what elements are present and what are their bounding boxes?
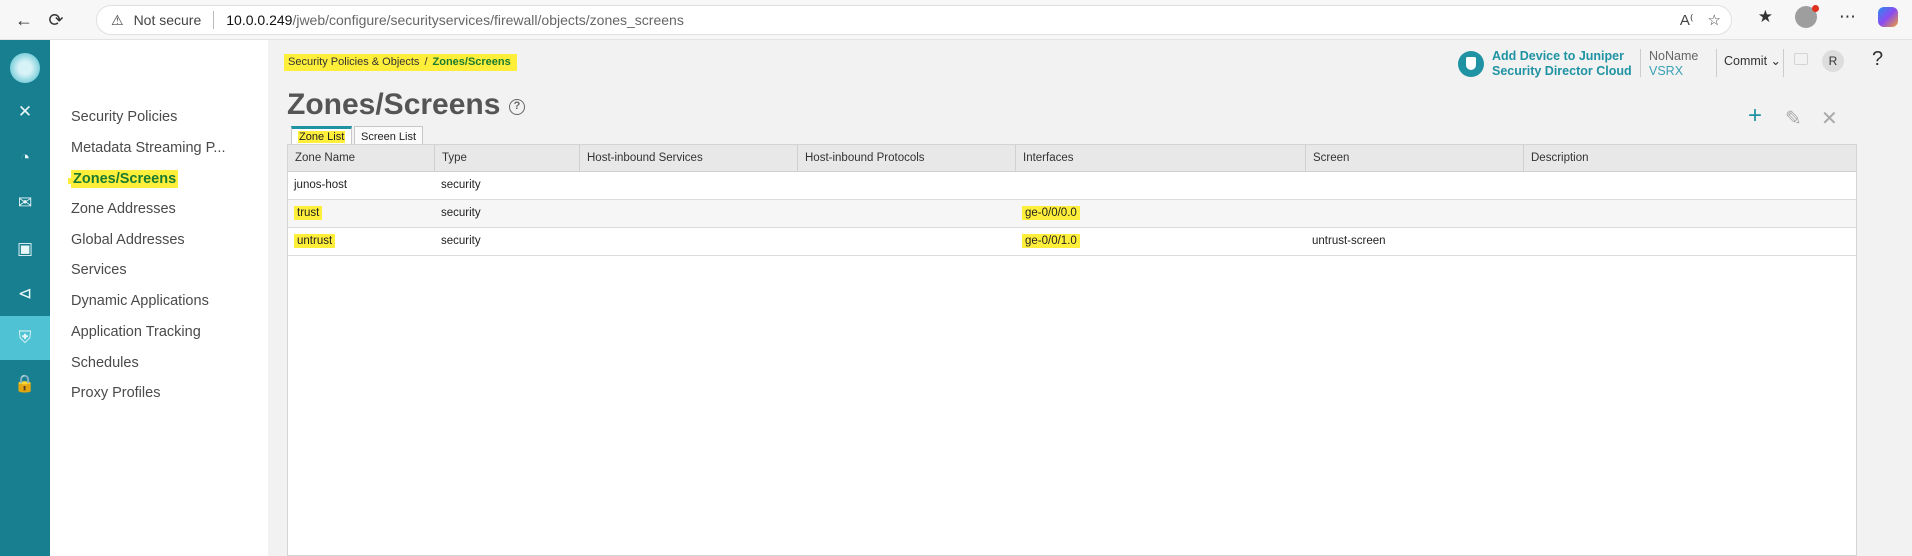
cell-screen [1306,200,1312,227]
favorites-icon[interactable]: ★ [1758,7,1773,27]
header-divider [1783,49,1784,77]
sidebar-item-services[interactable]: Services [71,262,127,278]
header-divider [1640,49,1641,77]
breadcrumb-separator: / [424,56,428,68]
profile-avatar[interactable] [1795,5,1819,28]
add-device-link[interactable]: Add Device to Juniper Security Director … [1458,49,1632,79]
highlighted-zone-name: untrust [294,234,336,248]
highlighted-zone-name: trust [294,206,323,220]
copilot-icon[interactable] [1878,7,1898,27]
cell-interfaces [1016,172,1022,199]
cell-zone-name: junos-host [294,179,348,191]
close-icon[interactable]: ✕ [0,90,50,134]
cell-interfaces: ge-0/0/1.0 [1016,228,1080,255]
table-row[interactable]: trust security ge-0/0/0.0 [288,200,1856,228]
device-info: NoName VSRX [1649,49,1698,79]
sidebar: Security Policies Metadata Streaming P..… [50,40,268,556]
highlighted-interface: ge-0/0/0.0 [1022,206,1080,220]
back-arrow-icon[interactable]: ← [10,6,38,34]
security-shield-icon[interactable]: ⛨ [0,316,50,360]
browser-toolbar: ← ⟳ ⚠ Not secure 10.0.0.249 /jweb/config… [0,0,1912,40]
highlighted-interface: ge-0/0/1.0 [1022,234,1080,248]
url-host: 10.0.0.249 [226,12,293,28]
add-device-line1: Add Device to Juniper [1492,49,1624,63]
zones-table: Zone Name Type Host-inbound Services Hos… [287,144,1857,556]
sidebar-item-dynamic-applications[interactable]: Dynamic Applications [71,293,209,309]
column-header-zone-name[interactable]: Zone Name [288,145,435,171]
device-type: VSRX [1649,64,1684,78]
left-icon-rail: ✕ ◔ ✉ ▣ ⊲ ⛨ 🔒 [0,40,50,556]
breadcrumb: Security Policies & Objects / Zones/Screen… [284,54,517,71]
address-bar[interactable]: ⚠ Not secure 10.0.0.249 /jweb/configure/… [96,5,1732,35]
juniper-shield-icon [1458,51,1484,77]
sidebar-item-zones-screens[interactable]: Zones/Screens [71,170,179,188]
add-icon[interactable]: + [1748,102,1762,130]
more-menu-icon[interactable]: ⋯ [1839,7,1856,27]
commit-label: Commit [1724,54,1768,68]
cell-zone-name: untrust [288,228,336,255]
read-aloud-icon[interactable]: A⁽ [1680,11,1694,29]
monitor-icon[interactable]: ✉ [0,181,50,225]
commit-dropdown[interactable]: Commit ⌄ [1724,53,1781,68]
delete-x-icon[interactable]: ✕ [1821,106,1838,131]
cell-type: security [441,179,481,191]
sidebar-item-application-tracking[interactable]: Application Tracking [71,324,201,340]
help-icon[interactable]: ? [1872,48,1883,71]
cell-type: security [441,235,481,247]
app-logo-icon [10,53,40,83]
table-header: Zone Name Type Host-inbound Services Hos… [288,145,1856,172]
column-header-screen[interactable]: Screen [1306,145,1524,171]
edit-pencil-icon[interactable]: ✎ [1785,106,1802,131]
notification-icon[interactable] [1794,53,1808,65]
sidebar-item-proxy-profiles[interactable]: Proxy Profiles [71,385,160,401]
add-device-line2: Security Director Cloud [1492,64,1632,78]
warning-icon: ⚠ [111,11,124,28]
device-icon[interactable]: ▣ [0,227,50,271]
user-avatar[interactable]: R [1822,50,1844,72]
cell-zone-name: trust [288,200,323,227]
header-divider [1716,49,1717,77]
url-path: /jweb/configure/securityservices/firewal… [292,12,684,28]
reload-icon[interactable]: ⟳ [42,6,70,34]
cell-screen: untrust-screen [1312,235,1386,247]
address-separator [213,11,215,29]
favorite-star-icon[interactable]: ☆ [1708,11,1721,29]
main-content: Security Policies & Objects / Zones/Screen… [268,40,1912,556]
column-header-description[interactable]: Description [1524,145,1856,171]
sidebar-item-security-policies[interactable]: Security Policies [71,109,177,125]
lock-icon[interactable]: 🔒 [0,362,50,406]
not-secure-label: Not secure [133,12,202,28]
column-header-host-inbound-protocols[interactable]: Host-inbound Protocols [798,145,1016,171]
sidebar-item-global-addresses[interactable]: Global Addresses [71,232,185,248]
sidebar-item-metadata-streaming[interactable]: Metadata Streaming P... [71,140,226,156]
cell-interfaces: ge-0/0/0.0 [1016,200,1080,227]
breadcrumb-parent[interactable]: Security Policies & Objects [288,56,419,68]
cell-screen [1306,172,1312,199]
column-header-type[interactable]: Type [435,145,580,171]
help-circle-icon[interactable]: ? [509,99,525,115]
chevron-down-icon: ⌄ [1770,54,1782,68]
page-title: Zones/Screens [287,88,501,121]
breadcrumb-current: Zones/Screens [432,56,511,68]
column-header-interfaces[interactable]: Interfaces [1016,145,1306,171]
cell-type: security [441,207,481,219]
table-row[interactable]: junos-host security [288,172,1856,200]
table-row[interactable]: untrust security ge-0/0/1.0 untrust-scre… [288,228,1856,256]
network-share-icon[interactable]: ⊲ [0,272,50,316]
column-header-host-inbound-services[interactable]: Host-inbound Services [580,145,798,171]
dashboard-icon[interactable]: ◔ [0,136,50,180]
tab-label: Screen List [361,131,417,143]
tab-label: Zone List [298,131,346,143]
sidebar-item-schedules[interactable]: Schedules [71,355,139,371]
sidebar-item-zone-addresses[interactable]: Zone Addresses [71,201,176,217]
device-name: NoName [1649,49,1699,63]
